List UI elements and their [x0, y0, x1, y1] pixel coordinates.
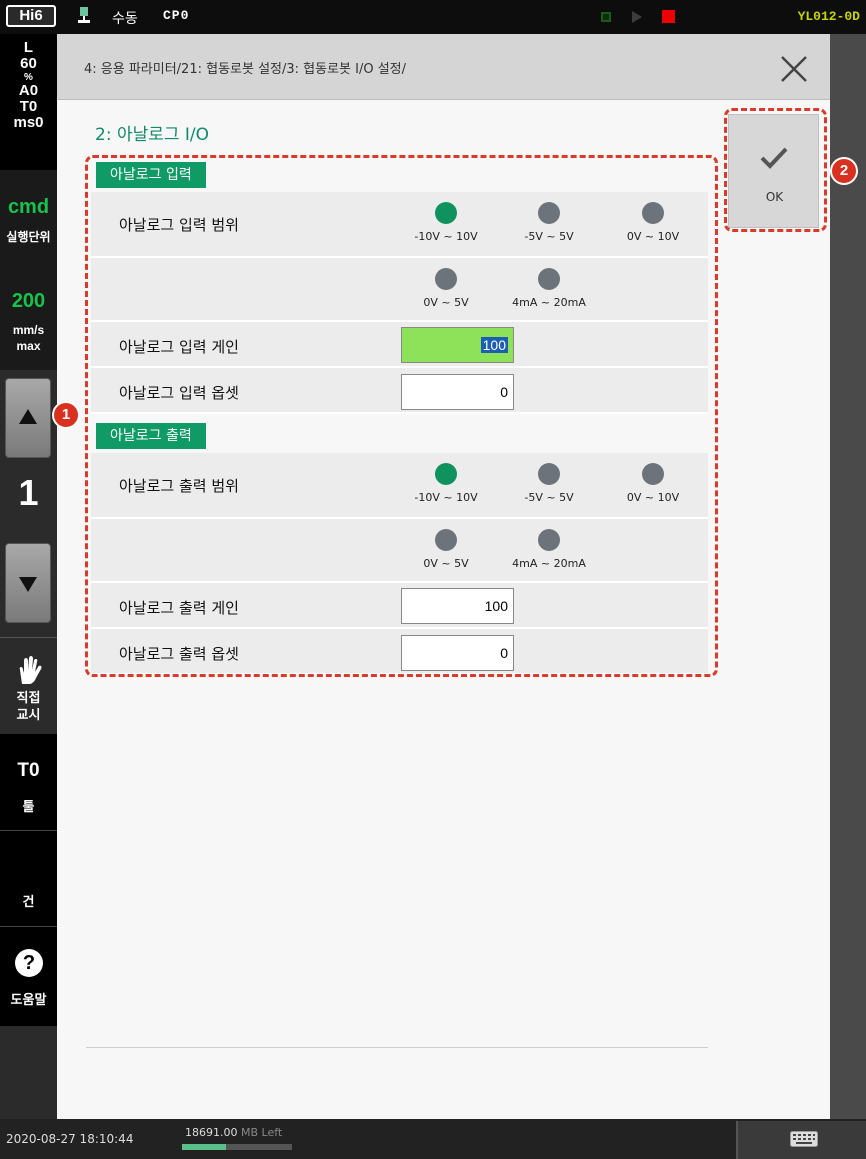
direct-teach-label: 직접 교시 [16, 691, 41, 723]
output-range-option[interactable]: -5V ~ 5V [494, 463, 604, 504]
radio-icon [538, 202, 560, 224]
output-offset-row: 아날로그 출력 옵셋 0 [91, 629, 708, 675]
radio-icon [642, 202, 664, 224]
bottom-status-bar: 2020-08-27 18:10:44 18691.00 MB Left [0, 1119, 866, 1159]
input-offset-label: 아날로그 입력 옵셋 [119, 384, 239, 402]
input-gain-label: 아날로그 입력 게인 [119, 338, 239, 356]
memory-unit: MB Left [241, 1126, 283, 1139]
left-sidebar: L 60 % A0 T0 ms0 cmd 실행단위 200 mm/s max 1… [0, 34, 57, 1119]
close-icon[interactable] [777, 52, 811, 86]
output-range-option[interactable]: 0V ~ 5V [391, 529, 501, 570]
pendant-icon [78, 7, 90, 23]
ok-button[interactable]: OK [728, 114, 819, 228]
input-offset-field[interactable]: 0 [401, 374, 514, 410]
ok-label: OK [765, 190, 784, 204]
memory-bar [182, 1144, 292, 1150]
help-button[interactable]: ? 도움말 [0, 926, 57, 1026]
info-speed: 60 [20, 55, 37, 72]
status-stop-icon [601, 12, 611, 22]
mode-label: 수동 [112, 11, 138, 27]
keyboard-button[interactable] [736, 1121, 866, 1159]
radio-icon [538, 529, 560, 551]
memory-value: 18691.00 [185, 1126, 238, 1139]
status-play-icon [632, 11, 642, 23]
speed-value: 200 [11, 290, 46, 312]
output-range-option[interactable]: -10V ~ 10V [391, 463, 501, 504]
speed-unit: mm/s max [12, 323, 45, 353]
output-range-row: 아날로그 출력 범위 -10V ~ 10V -5V ~ 5V 0V ~ 10V [91, 453, 708, 519]
gun-label: 건 [22, 895, 35, 910]
status-info-panel: L 60 % A0 T0 ms0 [0, 34, 57, 170]
help-label: 도움말 [10, 993, 47, 1008]
cmd-label: 실행단위 [6, 230, 51, 244]
step-value: 1 [18, 472, 39, 513]
execution-unit-button[interactable]: cmd 실행단위 [0, 170, 57, 250]
output-offset-label: 아날로그 출력 옵셋 [119, 645, 239, 663]
analog-io-dialog: 4: 응용 파라미터/21: 협동로봇 설정/3: 협동로봇 I/O 설정/ 2… [57, 34, 830, 1119]
input-range-option[interactable]: 0V ~ 5V [391, 268, 501, 309]
radio-icon [435, 268, 457, 290]
info-timer: ms0 [13, 114, 44, 131]
input-gain-row: 아날로그 입력 게인 100 [91, 322, 708, 368]
radio-icon [642, 463, 664, 485]
right-scroll-strip [830, 34, 866, 1119]
tool-value: T0 [17, 760, 40, 781]
output-offset-field[interactable]: 0 [401, 635, 514, 671]
radio-icon [538, 463, 560, 485]
arrow-down-icon [19, 577, 37, 592]
dialog-header: 4: 응용 파라미터/21: 협동로봇 설정/3: 협동로봇 I/O 설정/ [57, 34, 830, 100]
info-l: L [23, 39, 34, 56]
info-accuracy: A0 [18, 82, 39, 99]
output-gain-field[interactable]: 100 [401, 588, 514, 624]
input-gain-field[interactable]: 100 [401, 327, 514, 363]
speed-button[interactable]: 200 mm/s max [0, 250, 57, 370]
check-icon [760, 147, 788, 169]
input-offset-row: 아날로그 입력 옵셋 0 [91, 368, 708, 414]
input-range-row-2: 0V ~ 5V 4mA ~ 20mA [91, 258, 708, 322]
input-range-row: 아날로그 입력 범위 -10V ~ 10V -5V ~ 5V 0V ~ 10V [91, 192, 708, 258]
tool-button[interactable]: T0 툴 [0, 734, 57, 830]
info-tool: T0 [19, 98, 38, 115]
hand-icon [19, 656, 42, 684]
tool-label: 툴 [22, 800, 35, 815]
memory-status: 18691.00 MB Left [185, 1126, 282, 1139]
step-down-button[interactable] [5, 543, 51, 623]
input-range-option[interactable]: 0V ~ 10V [598, 202, 708, 243]
output-range-row-2: 0V ~ 5V 4mA ~ 20mA [91, 519, 708, 583]
radio-selected-icon [435, 202, 457, 224]
cp-label: CP0 [163, 8, 190, 23]
output-range-option[interactable]: 4mA ~ 20mA [494, 529, 604, 570]
top-status-bar: Hi6 수동 CP0 YL012-0D [0, 0, 866, 34]
section-analog-output: 아날로그 출력 [96, 423, 206, 449]
datetime: 2020-08-27 18:10:44 [6, 1132, 134, 1146]
page-title: 2: 아날로그 I/O [95, 125, 210, 145]
memory-bar-fill [182, 1144, 226, 1150]
callout-badge-1: 1 [52, 401, 80, 429]
keyboard-icon [790, 1131, 818, 1147]
radio-icon [435, 529, 457, 551]
input-range-option[interactable]: 4mA ~ 20mA [494, 268, 604, 309]
version-label: YL012-0D [797, 9, 860, 24]
breadcrumb: 4: 응용 파라미터/21: 협동로봇 설정/3: 협동로봇 I/O 설정/ [84, 62, 407, 77]
output-gain-label: 아날로그 출력 게인 [119, 599, 239, 617]
input-range-option[interactable]: -10V ~ 10V [391, 202, 501, 243]
cmd-value: cmd [7, 196, 50, 218]
output-gain-row: 아날로그 출력 게인 100 [91, 583, 708, 629]
help-icon: ? [15, 949, 43, 977]
input-range-label: 아날로그 입력 범위 [119, 216, 239, 234]
callout-badge-2: 2 [830, 157, 858, 185]
output-range-option[interactable]: 0V ~ 10V [598, 463, 708, 504]
radio-icon [538, 268, 560, 290]
status-record-icon [662, 10, 675, 23]
step-up-button[interactable] [5, 378, 51, 458]
input-range-option[interactable]: -5V ~ 5V [494, 202, 604, 243]
direct-teach-button[interactable]: 직접 교시 [0, 637, 57, 734]
arrow-up-icon [19, 409, 37, 424]
bottom-divider [86, 1047, 708, 1048]
hi6-logo: Hi6 [6, 5, 56, 27]
output-range-label: 아날로그 출력 범위 [119, 477, 239, 495]
gun-button[interactable]: 건 [0, 830, 57, 926]
section-analog-input: 아날로그 입력 [96, 162, 206, 188]
radio-selected-icon [435, 463, 457, 485]
